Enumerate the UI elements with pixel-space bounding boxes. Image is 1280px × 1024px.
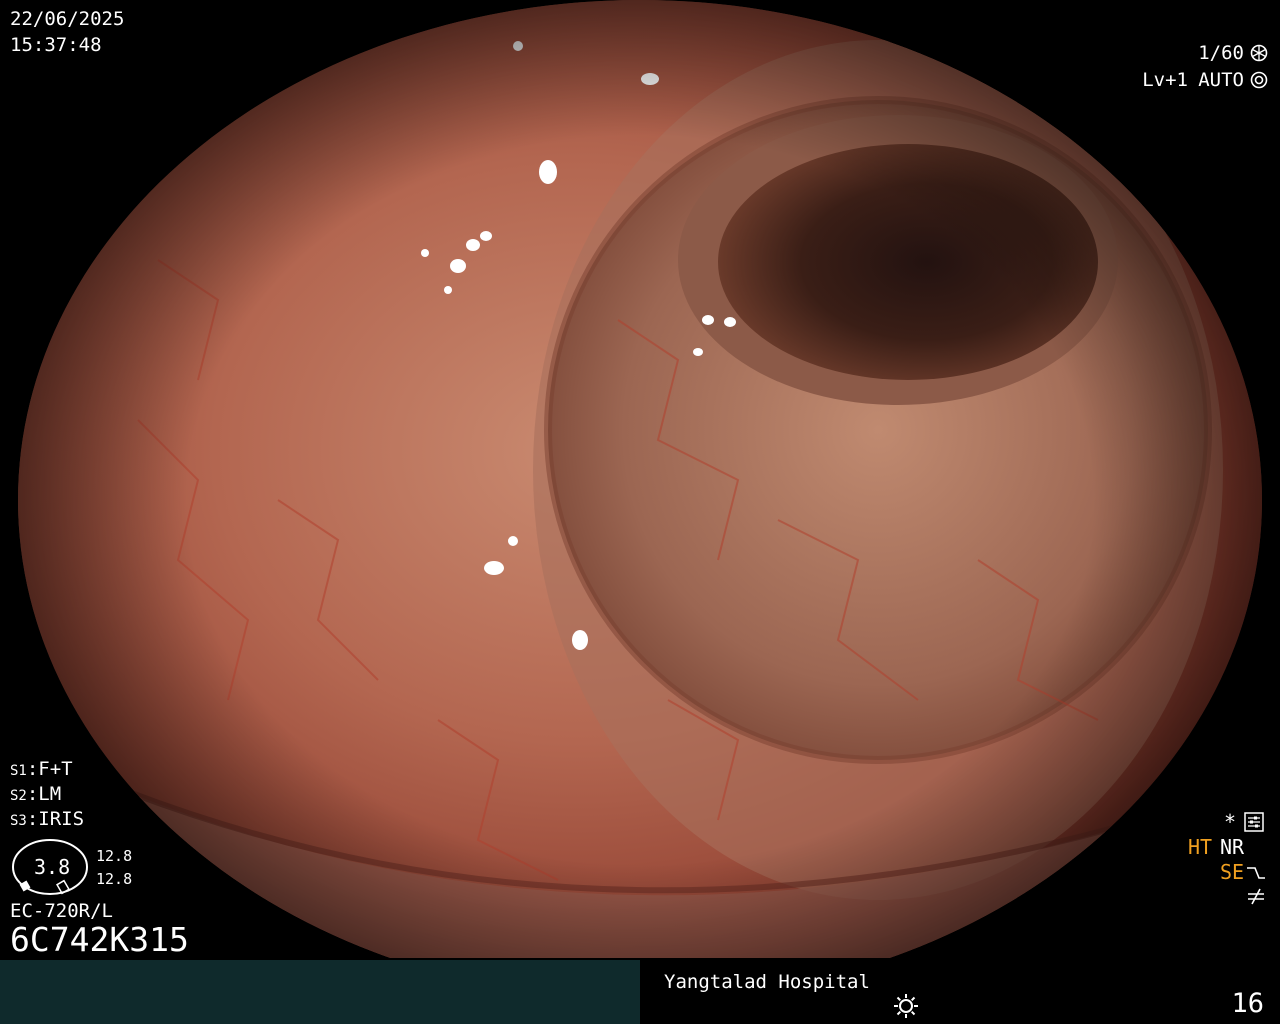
- star-indicator: *: [1224, 810, 1237, 834]
- setting-s2: S2:LM: [10, 783, 62, 805]
- ht-indicator: HT: [1188, 835, 1213, 859]
- time-readout: 15:37:48: [10, 34, 102, 56]
- colon-mucosa-image: [18, 0, 1262, 958]
- sun-icon: [894, 994, 918, 1018]
- setting-s1: S1:F+T: [10, 758, 73, 780]
- se-indicator: SE: [1220, 860, 1245, 884]
- status-bar-left: [0, 960, 640, 1024]
- scope-serial: 6C742K315: [10, 920, 189, 959]
- not-equal-icon: [1248, 888, 1264, 905]
- gauge-reading-bottom: 12.8: [96, 870, 133, 888]
- aperture-icon: [1250, 44, 1268, 62]
- scope-model: EC-720R/L: [10, 900, 113, 922]
- hospital-name: Yangtalad Hospital: [664, 971, 870, 993]
- endoscope-view: [18, 0, 1262, 958]
- nr-indicator: NR: [1220, 835, 1245, 859]
- gauge-reading-top: 12.8: [96, 847, 133, 865]
- shutter-speed: 1/60: [1198, 42, 1244, 64]
- date-readout: 22/06/2025: [10, 8, 125, 30]
- iris-mode: AUTO: [1198, 69, 1244, 91]
- setting-s3: S3:IRIS: [10, 808, 85, 830]
- iris-icon: [1250, 71, 1268, 89]
- frame-number: 16: [1231, 988, 1264, 1019]
- endoscope-view-clip: [0, 0, 1280, 958]
- gauge-value: 3.8: [34, 855, 71, 879]
- equalizer-icon: [1244, 812, 1264, 832]
- curve-icon: [1247, 867, 1265, 879]
- level-readout: Lv+1: [1142, 69, 1188, 91]
